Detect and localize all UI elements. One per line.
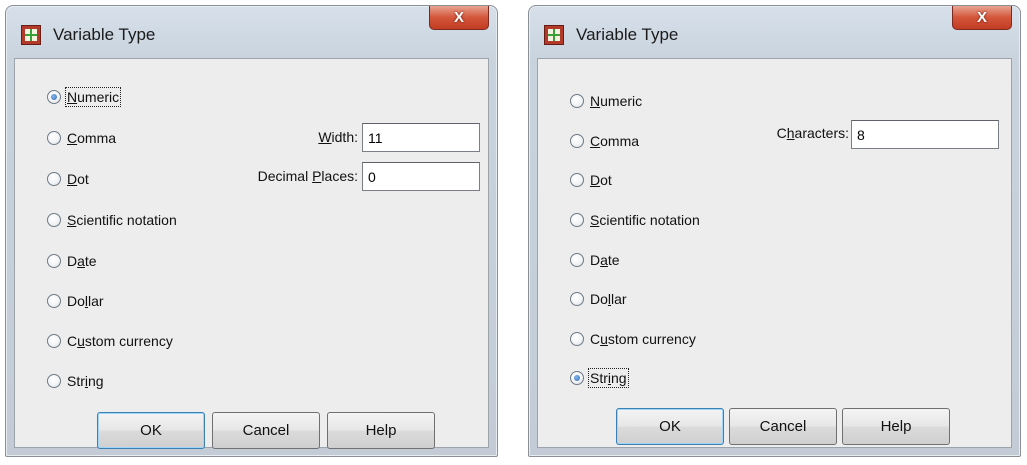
dialog-body: Numeric Comma Dot Scientific notation Da… [537, 58, 1012, 448]
radio-button-icon[interactable] [570, 253, 584, 267]
radio-label: Dot [590, 172, 612, 188]
radio-label: String [67, 373, 104, 389]
radio-numeric[interactable]: Numeric [570, 90, 642, 112]
radio-button-icon[interactable] [47, 294, 61, 308]
radio-button-icon[interactable] [47, 374, 61, 388]
radio-dollar[interactable]: Dollar [570, 288, 627, 310]
radio-label: String [588, 368, 629, 388]
radio-numeric[interactable]: Numeric [47, 86, 122, 108]
radio-button-icon[interactable] [570, 213, 584, 227]
cancel-button[interactable]: Cancel [729, 408, 837, 445]
radio-button-icon[interactable] [47, 334, 61, 348]
dialog-title: Variable Type [53, 25, 156, 44]
radio-custom-currency[interactable]: Custom currency [47, 330, 173, 352]
radio-button-icon[interactable] [47, 213, 61, 227]
characters-field[interactable]: 8 [851, 120, 999, 149]
radio-dollar[interactable]: Dollar [47, 290, 104, 312]
radio-button-icon[interactable] [47, 254, 61, 268]
radio-custom-currency[interactable]: Custom currency [570, 328, 696, 350]
help-button[interactable]: Help [327, 412, 435, 449]
radio-button-icon[interactable] [570, 94, 584, 108]
radio-date[interactable]: Date [570, 249, 620, 271]
radio-label: Date [67, 253, 97, 269]
radio-string[interactable]: String [570, 367, 629, 389]
radio-label: Custom currency [590, 331, 696, 347]
ok-button[interactable]: OK [97, 412, 205, 449]
radio-scientific-notation[interactable]: Scientific notation [47, 209, 177, 231]
spss-app-icon [21, 25, 41, 45]
radio-button-icon[interactable] [570, 332, 584, 346]
radio-label: Numeric [64, 87, 122, 107]
cancel-button[interactable]: Cancel [212, 412, 320, 449]
width-field[interactable]: 11 [362, 123, 480, 152]
title-bar[interactable]: Variable Type X [6, 6, 497, 58]
radio-label: Numeric [590, 93, 643, 109]
radio-label: Dollar [67, 293, 104, 309]
variable-type-dialog-string: Variable Type X Numeric Comma Dot Scient… [528, 5, 1021, 457]
dialog-title: Variable Type [576, 25, 679, 44]
radio-label: Comma [590, 133, 640, 149]
radio-label: Scientific notation [590, 212, 700, 228]
radio-label: Scientific notation [67, 212, 177, 228]
characters-label: Characters: [776, 125, 849, 141]
variable-type-dialog-numeric: Variable Type X Numeric Comma Dot Scient… [5, 5, 498, 457]
decimal-places-field[interactable]: 0 [362, 162, 480, 191]
radio-label: Dollar [590, 291, 627, 307]
help-button[interactable]: Help [842, 408, 950, 445]
close-icon: X [453, 9, 464, 26]
radio-button-icon[interactable] [570, 134, 584, 148]
radio-label: Custom currency [67, 333, 173, 349]
spss-app-icon [544, 25, 564, 45]
radio-button-icon[interactable] [47, 131, 61, 145]
title-bar[interactable]: Variable Type X [529, 6, 1020, 58]
radio-label: Dot [67, 171, 89, 187]
width-label: Width: [318, 129, 358, 145]
radio-button-icon[interactable] [570, 371, 584, 385]
ok-button[interactable]: OK [616, 408, 724, 445]
radio-scientific-notation[interactable]: Scientific notation [570, 209, 700, 231]
radio-string[interactable]: String [47, 370, 104, 392]
close-icon: X [976, 9, 987, 26]
radio-button-icon[interactable] [570, 173, 584, 187]
radio-label: Comma [67, 130, 117, 146]
radio-comma[interactable]: Comma [570, 130, 639, 152]
radio-date[interactable]: Date [47, 250, 97, 272]
decimal-places-label: Decimal Places: [257, 168, 358, 184]
close-button[interactable]: X [429, 6, 489, 30]
radio-button-icon[interactable] [47, 172, 61, 186]
radio-button-icon[interactable] [47, 90, 61, 104]
radio-button-icon[interactable] [570, 292, 584, 306]
radio-label: Date [590, 252, 620, 268]
radio-comma[interactable]: Comma [47, 127, 116, 149]
close-button[interactable]: X [952, 6, 1012, 30]
dialog-body: Numeric Comma Dot Scientific notation Da… [14, 58, 489, 449]
radio-dot[interactable]: Dot [570, 169, 612, 191]
radio-dot[interactable]: Dot [47, 168, 89, 190]
